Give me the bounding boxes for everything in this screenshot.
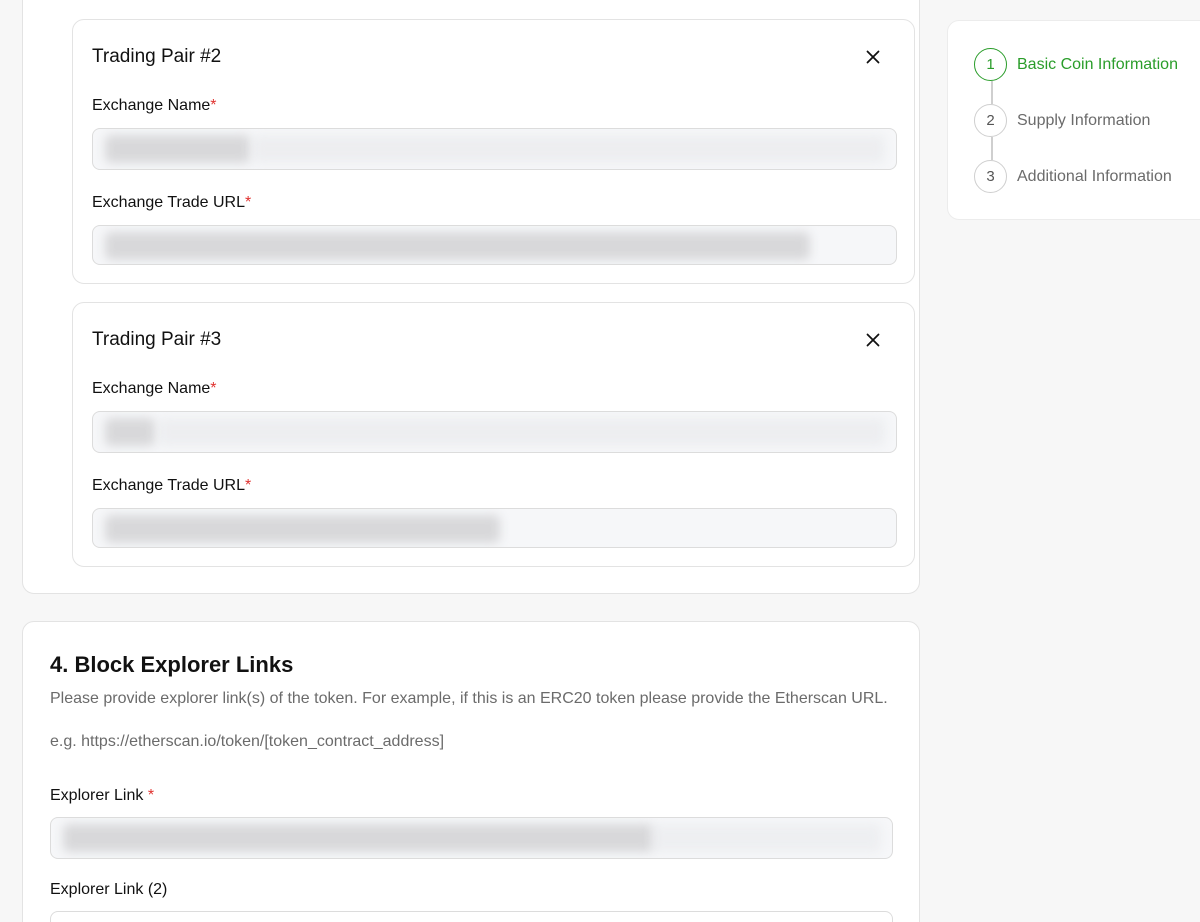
trading-pairs-section: Trading Pair #2 Exchange Name* Exchange …: [22, 0, 920, 594]
required-marker: *: [210, 380, 217, 397]
block-explorer-section: 4. Block Explorer Links Please provide e…: [22, 621, 920, 922]
redacted-value: [651, 824, 881, 852]
section-title: 4. Block Explorer Links: [50, 652, 294, 677]
redacted-value: [105, 515, 500, 543]
redacted-value: [105, 232, 810, 260]
trading-pair-title: Trading Pair #2: [92, 46, 222, 67]
required-marker: *: [244, 477, 252, 494]
step-label: Basic Coin Information: [1017, 55, 1178, 73]
trading-pair-title: Trading Pair #3: [92, 329, 222, 350]
remove-trading-pair-button[interactable]: [862, 329, 884, 351]
exchange-name-label: Exchange Name*: [92, 380, 217, 397]
section-example: e.g. https://etherscan.io/token/[token_c…: [50, 733, 445, 750]
step-connector: [991, 81, 993, 104]
exchange-trade-url-input[interactable]: [92, 225, 897, 265]
progress-stepper: 1 Basic Coin Information 2 Supply Inform…: [947, 20, 1200, 220]
exchange-name-input[interactable]: [92, 128, 897, 170]
step-number: 2: [974, 104, 1007, 137]
exchange-name-label: Exchange Name*: [92, 97, 217, 114]
explorer-link-2-label: Explorer Link (2): [50, 881, 168, 898]
redacted-value: [105, 135, 250, 163]
step-label: Additional Information: [1017, 167, 1172, 185]
required-marker: *: [244, 194, 252, 211]
explorer-link-label: Explorer Link *: [50, 787, 155, 804]
exchange-trade-url-label: Exchange Trade URL*: [92, 194, 252, 211]
section-description: Please provide explorer link(s) of the t…: [50, 690, 888, 707]
step-label: Supply Information: [1017, 111, 1151, 129]
exchange-name-input[interactable]: [92, 411, 897, 453]
remove-trading-pair-button[interactable]: [862, 46, 884, 68]
exchange-trade-url-label: Exchange Trade URL*: [92, 477, 252, 494]
explorer-link-input[interactable]: [50, 817, 893, 859]
redacted-value: [63, 824, 653, 852]
trading-pair-card-2: Trading Pair #2 Exchange Name* Exchange …: [72, 19, 915, 284]
redacted-value: [105, 418, 155, 446]
page: Trading Pair #2 Exchange Name* Exchange …: [0, 0, 1200, 922]
step-basic-coin-information[interactable]: 1 Basic Coin Information: [974, 48, 1178, 81]
explorer-link-2-input[interactable]: [50, 911, 893, 922]
trading-pair-card-3: Trading Pair #3 Exchange Name* Exchange …: [72, 302, 915, 567]
redacted-value: [159, 418, 885, 446]
close-icon: [866, 333, 880, 347]
step-number: 1: [974, 48, 1007, 81]
required-marker: *: [210, 97, 217, 114]
close-icon: [866, 50, 880, 64]
step-supply-information[interactable]: 2 Supply Information: [974, 104, 1150, 137]
redacted-value: [253, 135, 885, 163]
step-number: 3: [974, 160, 1007, 193]
step-additional-information[interactable]: 3 Additional Information: [974, 160, 1172, 193]
step-connector: [991, 137, 993, 160]
exchange-trade-url-input[interactable]: [92, 508, 897, 548]
required-marker: *: [147, 787, 155, 804]
